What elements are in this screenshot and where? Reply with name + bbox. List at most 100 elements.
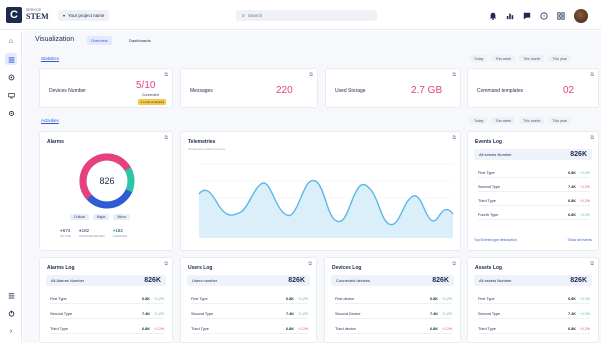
svg-text:?: ?	[542, 14, 545, 19]
search-input[interactable]: ⌕ Search	[236, 10, 377, 21]
open-external-icon[interactable]: ⧉	[164, 72, 168, 78]
range-week[interactable]: This week	[491, 55, 516, 62]
table-row[interactable]: Second Type 7.4K +1.2%	[478, 182, 590, 192]
card-title: Users Log	[188, 265, 213, 271]
project-name: Your project name	[68, 13, 105, 18]
stat-value: 5/10	[136, 80, 156, 91]
bar-chart-icon[interactable]	[504, 11, 515, 22]
open-external-icon[interactable]: ⧉	[164, 261, 168, 267]
log-summary: All assets Number 826K	[474, 275, 592, 286]
table-row[interactable]: Fourth Type 6.8K +1.2%	[478, 210, 590, 220]
activities-range-selector: Today This week This month This year	[466, 117, 571, 124]
bell-icon[interactable]	[487, 11, 498, 22]
card-title: Alarms	[47, 139, 64, 145]
table-row[interactable]: Second Device 7.4K +1.2%	[335, 309, 452, 319]
alarm-filter-pills: Critical Major Minor	[70, 214, 134, 220]
card-title: Alarms Log	[47, 265, 75, 271]
stat-value: 2.7 GB	[411, 85, 443, 96]
monitor-icon[interactable]	[5, 89, 17, 101]
settings-icon[interactable]	[5, 107, 17, 119]
statistics-section-label[interactable]: Statistics	[41, 56, 59, 61]
users-log-card: ⧉ Users Log Users number 826K First Type 6…	[180, 257, 317, 343]
message-icon[interactable]	[521, 11, 532, 22]
table-row[interactable]: First Type 6.8K +1.2%	[478, 294, 590, 304]
search-placeholder: Search	[247, 13, 263, 18]
table-row[interactable]: Second Type 7.4K +1.2%	[50, 309, 164, 319]
project-selector[interactable]: ▾ Your project name	[58, 10, 110, 21]
expand-sidebar-icon[interactable]: ›	[5, 325, 17, 337]
table-row[interactable]: First Type 6.8K +1.2%	[191, 294, 308, 304]
range-week[interactable]: This week	[491, 117, 516, 124]
apps-grid-icon[interactable]	[555, 11, 566, 22]
tab-dashboards[interactable]: Dashboards	[125, 36, 155, 45]
assets-log-card: ⧉ Assets Log All assets Number 826K First…	[467, 257, 599, 343]
log-summary: All events Number 826K	[474, 149, 592, 160]
brand-name: STEM	[26, 11, 49, 21]
range-month[interactable]: This month	[519, 117, 545, 124]
stat-label: Messages	[190, 88, 213, 94]
card-title: Events Log	[475, 139, 502, 145]
table-row[interactable]: First Type 6.8K +1.2%	[478, 168, 590, 178]
table-row[interactable]: Third Type 6.8K +1.2%	[478, 196, 590, 206]
table-row[interactable]: Third Type 6.8K +1.2%	[191, 324, 308, 334]
range-month[interactable]: This month	[519, 55, 545, 62]
table-row[interactable]: Second Type 7.4K +1.2%	[191, 309, 308, 319]
open-external-icon[interactable]: ⧉	[590, 135, 594, 141]
devices-icon[interactable]	[5, 71, 17, 83]
range-year[interactable]: This year	[548, 117, 571, 124]
legend-cleared: ●182 CLEARED	[112, 228, 127, 238]
range-today[interactable]: Today	[470, 55, 488, 62]
log-summary: Users number 826K	[187, 275, 310, 286]
telemetries-chart	[198, 163, 454, 238]
alarms-log-card: ⧉ Alarms Log All Alarms Number 826K First…	[39, 257, 173, 343]
card-title: Devices Log	[332, 265, 362, 271]
show-all-events-link[interactable]: Show all events	[567, 238, 592, 242]
open-external-icon[interactable]: ⧉	[164, 135, 168, 141]
logo-mark-icon: C	[6, 7, 22, 23]
help-icon[interactable]: ?	[538, 11, 549, 22]
avatar[interactable]	[574, 9, 588, 23]
table-row[interactable]: Third device 6.8K +1.2%	[335, 324, 452, 334]
stat-card-messages: ⧉ Messages 220	[180, 68, 318, 108]
legend-acknowledged: ●182 ACKNOWLEDGED	[78, 228, 105, 238]
open-external-icon[interactable]: ⧉	[590, 72, 594, 78]
open-external-icon[interactable]: ⧉	[590, 261, 594, 267]
stat-card-command-templates: ⧉ Command templates 02	[467, 68, 599, 108]
table-row[interactable]: First Type 6.8K +1.2%	[50, 294, 164, 304]
card-title: Assets Log	[475, 265, 502, 271]
table-row[interactable]: Third Type 6.8K +1.2%	[478, 324, 590, 334]
sidebar-item-visualization[interactable]	[5, 53, 17, 65]
sidebar: ⌂ ›	[0, 31, 22, 343]
events-log-card: ⧉ Events Log All events Number 826K Firs…	[467, 131, 599, 251]
devices-log-card: ⧉ Devices Log Connected devices 826K Firs…	[324, 257, 461, 343]
layers-icon[interactable]	[5, 289, 17, 301]
table-row[interactable]: Second Type 7.4K +1.2%	[478, 309, 590, 319]
power-icon[interactable]	[5, 307, 17, 319]
filter-minor[interactable]: Minor	[113, 214, 131, 220]
open-external-icon[interactable]: ⧉	[309, 72, 313, 78]
filter-major[interactable]: Major	[92, 214, 110, 220]
statistics-range-selector: Today This week This month This year	[466, 55, 571, 62]
search-icon: ⌕	[242, 12, 245, 19]
stat-value: 220	[276, 85, 293, 96]
range-year[interactable]: This year	[548, 55, 571, 62]
logo[interactable]: C SERVICE STEM	[6, 7, 49, 23]
log-summary: All Alarms Number 826K	[46, 275, 166, 286]
open-external-icon[interactable]: ⧉	[452, 135, 456, 141]
range-today[interactable]: Today	[470, 117, 488, 124]
open-external-icon[interactable]: ⧉	[308, 261, 312, 267]
telemetries-subtitle: Temperature (last 24 hours)	[188, 147, 225, 151]
donut-total: 826	[99, 176, 114, 186]
tab-overview[interactable]: Overview	[87, 36, 112, 45]
open-external-icon[interactable]: ⧉	[452, 72, 456, 78]
table-row[interactable]: First device 6.8K +1.2%	[335, 294, 452, 304]
page-title: Visualization	[35, 36, 75, 43]
footer-description[interactable]: Top Events type description	[474, 238, 517, 242]
main-content: Visualization Overview Dashboards Statis…	[23, 31, 601, 343]
table-row[interactable]: Third Type 6.8K +1.2%	[50, 324, 164, 334]
filter-critical[interactable]: Critical	[70, 214, 89, 220]
activities-section-label[interactable]: Activities	[41, 118, 59, 123]
open-external-icon[interactable]: ⧉	[452, 261, 456, 267]
home-icon[interactable]: ⌂	[5, 35, 17, 47]
card-title: Telemetries	[188, 139, 216, 145]
